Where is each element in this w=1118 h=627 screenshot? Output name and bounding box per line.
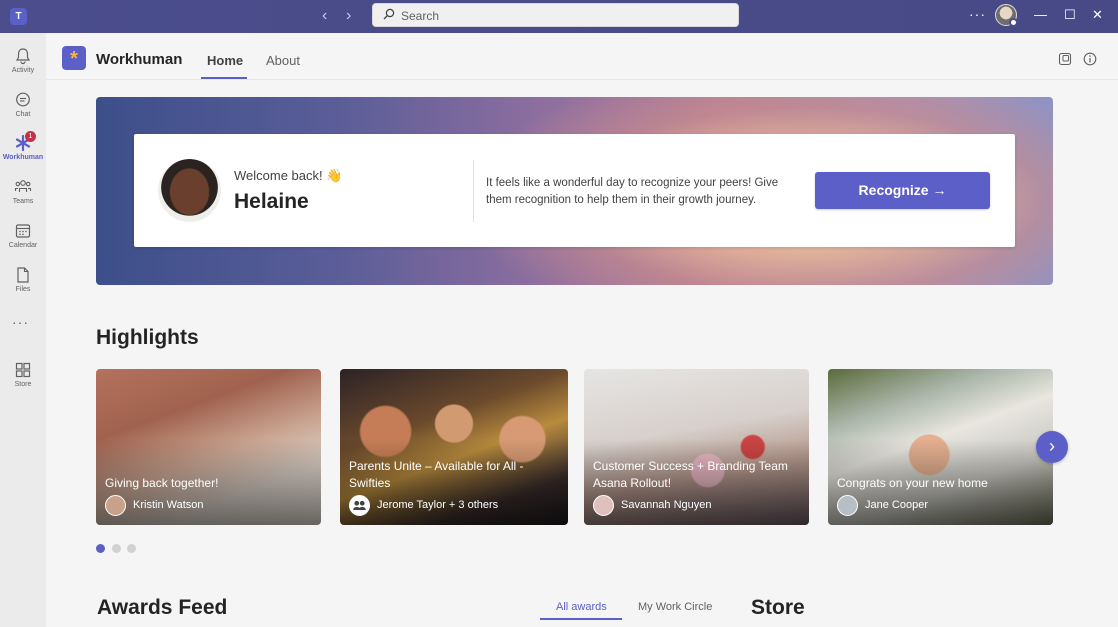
group-avatar-icon	[349, 495, 370, 516]
author-name: Jerome Taylor + 3 others	[377, 499, 499, 511]
notification-badge: 1	[25, 131, 36, 142]
author-name: Jane Cooper	[865, 499, 928, 511]
rail-label: Activity	[11, 67, 35, 74]
highlight-card[interactable]: Giving back together! Kristin Watson	[96, 369, 321, 525]
search-placeholder: Search	[401, 9, 440, 23]
app-name: Workhuman	[96, 51, 183, 68]
welcome-text: Welcome back! 👋	[234, 168, 343, 183]
card-title: Congrats on your new home	[837, 476, 988, 490]
maximize-icon[interactable]: ☐	[1064, 7, 1076, 23]
highlight-card[interactable]: Parents Unite – Available for All - Swif…	[340, 369, 568, 525]
rail-item-activity[interactable]: Activity	[0, 47, 46, 74]
carousel-dot[interactable]	[127, 544, 136, 553]
search-input[interactable]: Search	[372, 3, 739, 27]
highlight-card[interactable]: Customer Success + Branding Team Asana R…	[584, 369, 809, 525]
carousel-dot-active[interactable]	[96, 544, 105, 553]
title-bar: T ‹ › Search ··· — ☐ ✕	[0, 0, 1118, 33]
rail-item-workhuman[interactable]: 1 Workhuman	[0, 131, 46, 161]
card-title: Parents Unite – Available for All - Swif…	[349, 459, 524, 490]
popout-icon[interactable]	[1058, 52, 1072, 66]
more-options-icon[interactable]: ···	[969, 6, 986, 22]
chat-icon	[16, 92, 30, 107]
teams-icon	[14, 180, 32, 192]
back-arrow-icon[interactable]: ‹	[322, 7, 327, 25]
author-name: Savannah Nguyen	[621, 499, 712, 511]
recognize-button[interactable]: Recognize →	[815, 172, 990, 209]
card-title: Customer Success + Branding Team Asana R…	[593, 459, 788, 490]
search-icon	[383, 8, 395, 20]
carousel-next-button[interactable]: ›	[1036, 431, 1068, 463]
awards-feed-title: Awards Feed	[97, 596, 228, 619]
user-avatar[interactable]	[995, 4, 1018, 27]
rail-label: Workhuman	[2, 154, 44, 161]
active-tab-indicator	[540, 618, 622, 620]
rail-label: Store	[14, 381, 32, 388]
tab-all-awards[interactable]: All awards	[556, 601, 607, 613]
user-name: Helaine	[234, 190, 309, 213]
app-rail: Activity Chat 1 Workhuman Teams Calendar…	[0, 33, 46, 627]
rail-label: Chat	[15, 111, 31, 118]
info-icon[interactable]	[1083, 52, 1097, 66]
workhuman-logo-icon: *	[62, 46, 86, 70]
app-header: * Workhuman Home About	[46, 33, 1118, 80]
minimize-icon[interactable]: —	[1034, 7, 1047, 22]
rail-label: Calendar	[8, 242, 38, 249]
bell-icon	[15, 48, 31, 65]
card-image	[96, 369, 321, 525]
rail-label: Files	[15, 286, 31, 293]
user-profile-photo	[158, 159, 221, 222]
apps-store-icon	[15, 362, 31, 378]
forward-arrow-icon[interactable]: ›	[346, 7, 351, 25]
close-icon[interactable]: ✕	[1092, 7, 1103, 23]
author-name: Kristin Watson	[133, 499, 204, 511]
file-icon	[17, 267, 29, 283]
recognition-message: It feels like a wonderful day to recogni…	[486, 177, 779, 206]
active-tab-indicator	[201, 77, 247, 79]
highlights-title: Highlights	[96, 326, 199, 349]
presence-status-icon	[1009, 18, 1018, 27]
rail-item-chat[interactable]: Chat	[0, 91, 46, 118]
carousel-dot[interactable]	[112, 544, 121, 553]
rail-item-store[interactable]: Store	[0, 361, 46, 388]
author-avatar	[593, 495, 614, 516]
more-apps-icon[interactable]: ···	[12, 314, 29, 330]
author-avatar	[837, 495, 858, 516]
teams-logo-icon: T	[10, 8, 27, 25]
rail-item-files[interactable]: Files	[0, 266, 46, 293]
card-image	[828, 369, 1053, 525]
author-avatar	[105, 495, 126, 516]
rail-label: Teams	[12, 198, 34, 205]
tab-my-work-circle[interactable]: My Work Circle	[638, 601, 712, 613]
rail-item-calendar[interactable]: Calendar	[0, 222, 46, 249]
tab-about[interactable]: About	[266, 53, 300, 68]
highlight-card[interactable]: Congrats on your new home Jane Cooper	[828, 369, 1053, 525]
calendar-icon	[15, 224, 31, 238]
welcome-card: Welcome back! 👋 Helaine It feels like a …	[134, 134, 1015, 247]
card-title: Giving back together!	[105, 476, 219, 490]
divider	[473, 160, 474, 222]
store-title: Store	[751, 596, 805, 619]
rail-item-teams[interactable]: Teams	[0, 178, 46, 205]
tab-home[interactable]: Home	[207, 53, 243, 68]
